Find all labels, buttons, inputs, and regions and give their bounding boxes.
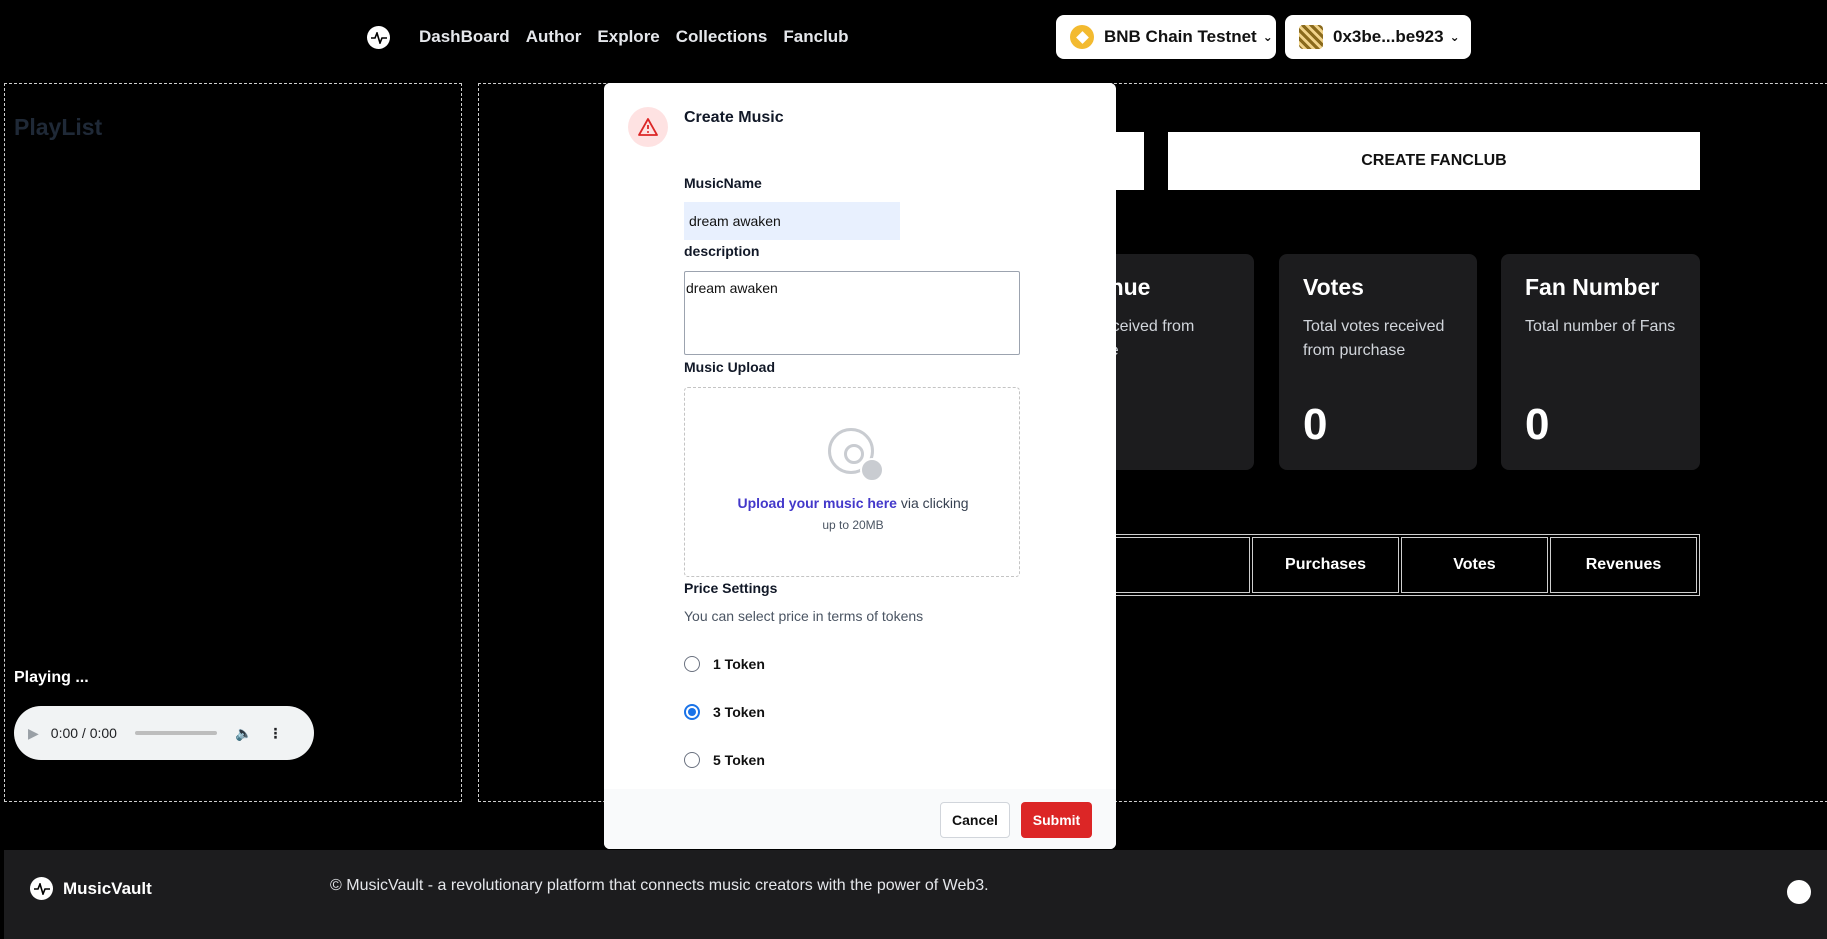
music-name-label: MusicName [684, 175, 762, 191]
modal-footer: Cancel Submit [604, 789, 1116, 849]
upload-instructions: Upload your music here via clicking [685, 495, 1021, 511]
card-description: Total votes received from purchase [1303, 318, 1445, 359]
account-button[interactable]: 0x3be...be923 ⌄ [1285, 15, 1471, 59]
playlist-title: PlayList [14, 114, 103, 140]
nav-links: DashBoard Author Explore Collections Fan… [419, 27, 849, 47]
github-icon[interactable] [1787, 880, 1811, 904]
app-logo[interactable] [367, 26, 390, 49]
table-header-votes: Votes [1401, 537, 1548, 593]
create-music-modal: Create Music MusicName description dream… [604, 83, 1116, 849]
card-value: 0 [1525, 400, 1550, 449]
price-option-5-token[interactable]: 5 Token [684, 752, 765, 768]
volume-icon[interactable]: 🔈 [235, 725, 252, 742]
audio-progress-bar[interactable] [134, 731, 217, 735]
music-upload-label: Music Upload [684, 359, 776, 375]
footer-copyright: © MusicVault - a revolutionary platform … [330, 877, 989, 894]
top-navbar: DashBoard Author Explore Collections Fan… [0, 0, 1827, 75]
audio-player[interactable]: ▶ 0:00 / 0:00 🔈 ⋮ [14, 706, 314, 760]
play-icon[interactable]: ▶ [28, 725, 39, 742]
description-textarea[interactable]: dream awaken [684, 271, 1020, 355]
fan-number-card: Fan Number Total number of Fans 0 [1501, 254, 1700, 470]
more-options-icon[interactable]: ⋮ [268, 725, 282, 742]
price-option-1-token[interactable]: 1 Token [684, 656, 765, 672]
nav-explore[interactable]: Explore [597, 27, 659, 47]
table-header-cell [1103, 537, 1250, 593]
footer-brand[interactable]: MusicVault [30, 877, 152, 900]
nav-dashboard[interactable]: DashBoard [419, 27, 510, 47]
price-option-label: 5 Token [713, 752, 765, 768]
nav-author[interactable]: Author [526, 27, 582, 47]
price-settings-hint: You can select price in terms of tokens [684, 608, 924, 624]
price-option-label: 3 Token [713, 704, 765, 720]
bnb-icon [1070, 25, 1094, 49]
footer: MusicVault © MusicVault - a revolutionar… [4, 850, 1827, 939]
stats-table-header: Purchases Votes Revenues [1100, 534, 1700, 596]
card-value: 0 [1303, 400, 1328, 449]
chevron-down-icon: ⌄ [1262, 30, 1273, 44]
audio-time: 0:00 / 0:00 [50, 725, 117, 741]
playing-label: Playing ... [14, 669, 89, 686]
music-name-input[interactable] [684, 202, 900, 240]
description-label: description [684, 243, 760, 259]
chain-selector-button[interactable]: BNB Chain Testnet ⌄ [1056, 15, 1276, 59]
music-upload-dropzone[interactable]: Upload your music here via clicking up t… [684, 387, 1020, 577]
upload-link[interactable]: Upload your music here [737, 495, 896, 511]
avatar [1299, 25, 1323, 49]
table-header-purchases: Purchases [1252, 537, 1399, 593]
nav-collections[interactable]: Collections [676, 27, 768, 47]
upload-rest: via clicking [896, 495, 969, 511]
price-settings-label: Price Settings [684, 580, 778, 596]
submit-button[interactable]: Submit [1021, 802, 1092, 838]
pulse-icon [370, 31, 387, 44]
radio-button-selected[interactable] [684, 704, 700, 720]
card-description: Total number of Fans [1525, 318, 1676, 335]
votes-card: Votes Total votes received from purchase… [1279, 254, 1477, 470]
card-title: Votes [1303, 274, 1364, 300]
price-option-label: 1 Token [713, 656, 765, 672]
radio-button[interactable] [684, 656, 700, 672]
footer-brand-label: MusicVault [63, 878, 152, 898]
chain-label: BNB Chain Testnet [1104, 27, 1257, 46]
warning-icon [628, 107, 668, 147]
chevron-down-icon: ⌄ [1449, 30, 1460, 44]
create-fanclub-button[interactable]: CREATE FANCLUB [1168, 132, 1700, 190]
card-title: Fan Number [1525, 274, 1660, 300]
table-header-revenues: Revenues [1550, 537, 1697, 593]
radio-button[interactable] [684, 752, 700, 768]
upload-size-limit: up to 20MB [822, 518, 884, 532]
nav-fanclub[interactable]: Fanclub [783, 27, 848, 47]
eject-icon [860, 458, 884, 482]
playlist-panel: PlayList Playing ... ▶ 0:00 / 0:00 🔈 ⋮ [4, 83, 462, 802]
modal-title: Create Music [684, 109, 784, 126]
price-option-3-token[interactable]: 3 Token [684, 704, 765, 720]
pulse-icon [30, 877, 53, 900]
cancel-button[interactable]: Cancel [940, 802, 1010, 838]
account-label: 0x3be...be923 [1333, 27, 1444, 46]
